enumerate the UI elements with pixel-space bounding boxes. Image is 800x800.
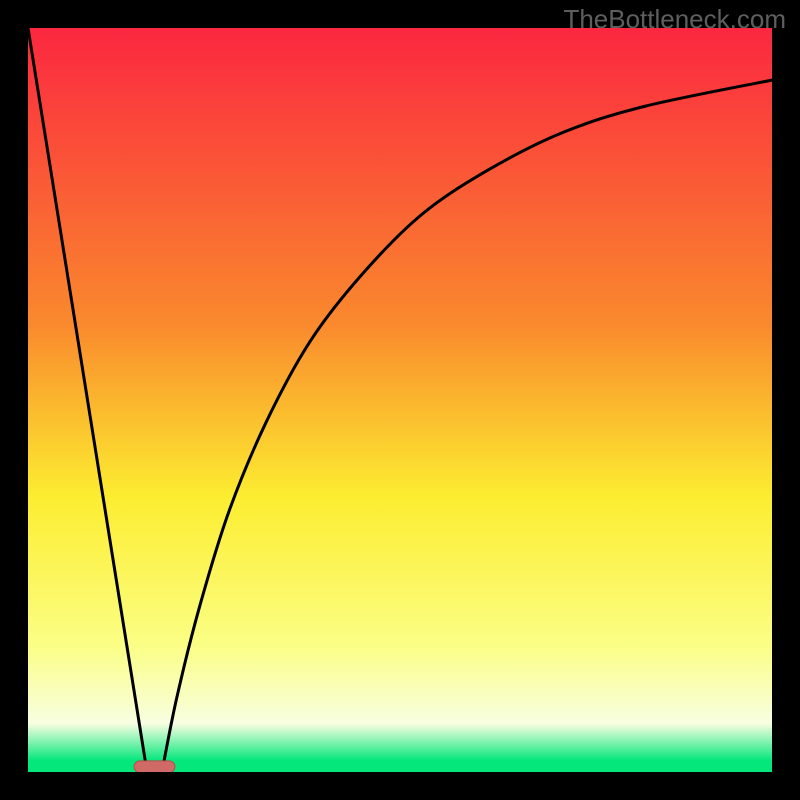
gradient-background — [28, 28, 772, 772]
watermark-text: TheBottleneck.com — [563, 4, 786, 35]
minimum-marker — [134, 761, 175, 772]
plot-area — [28, 28, 772, 772]
chart-frame: TheBottleneck.com — [0, 0, 800, 800]
chart-svg — [28, 28, 772, 772]
